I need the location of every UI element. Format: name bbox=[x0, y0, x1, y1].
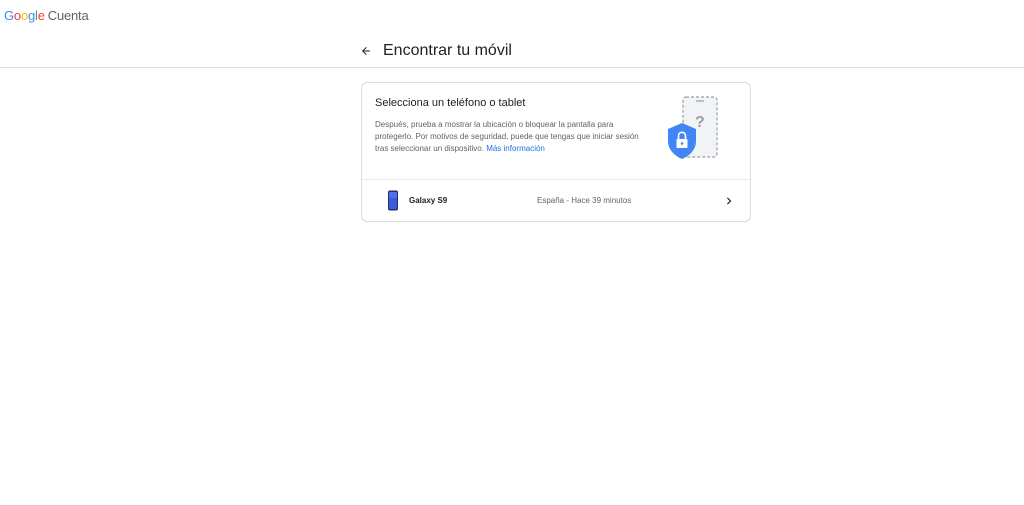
top-bar: Google Cuenta bbox=[0, 0, 1024, 34]
device-status: España - Hace 39 minutos bbox=[537, 196, 632, 205]
back-button[interactable] bbox=[356, 41, 376, 61]
product-name: Cuenta bbox=[47, 8, 89, 23]
device-name: Galaxy S9 bbox=[409, 196, 448, 205]
google-account-logo[interactable]: Google Cuenta bbox=[4, 8, 89, 23]
svg-text:?: ? bbox=[695, 114, 705, 131]
card-heading: Selecciona un teléfono o tablet bbox=[375, 97, 526, 109]
page-header: Encontrar tu móvil bbox=[0, 34, 1024, 68]
card-description: Después, prueba a mostrar la ubicación o… bbox=[375, 119, 650, 155]
chevron-right-icon[interactable] bbox=[722, 194, 736, 208]
phone-thumbnail-icon bbox=[388, 190, 398, 211]
device-list-item[interactable]: Galaxy S9 España - Hace 39 minutos bbox=[362, 180, 750, 222]
page-title: Encontrar tu móvil bbox=[383, 42, 512, 59]
google-logo-text: Google bbox=[4, 8, 45, 23]
device-select-card: Selecciona un teléfono o tablet Después,… bbox=[361, 82, 751, 222]
arrow-back-icon bbox=[362, 47, 370, 55]
learn-more-link[interactable]: Más información bbox=[486, 144, 545, 153]
card-intro: Selecciona un teléfono o tablet Después,… bbox=[362, 83, 750, 180]
phone-shield-lock-icon: ? bbox=[668, 96, 718, 159]
